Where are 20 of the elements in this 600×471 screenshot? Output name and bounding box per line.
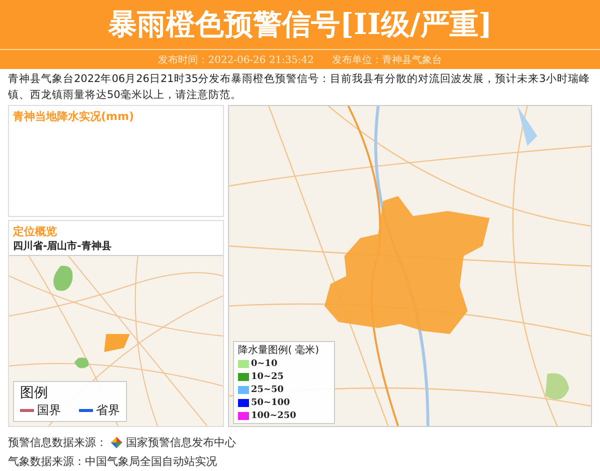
warning-description: 青神县气象台2022年06月26日21时35分发布暴雨橙色预警信号：目前我县有分散的对流回波发展，预计未来3小时瑞峰镇、西龙镇雨量将达50毫米以上，请注意防范。 xyxy=(8,72,591,103)
legend-label: 0~10 xyxy=(251,358,278,368)
diamond-logo-icon xyxy=(110,436,123,449)
panel-title: 定位概览 xyxy=(12,224,58,239)
location-path: 四川省-眉山市-青神县 xyxy=(12,239,112,254)
legend-title: 降水量图例( 毫米) xyxy=(238,344,320,357)
legend-label: 省界 xyxy=(96,402,120,419)
panel-title: 青神当地降水实况(mm) xyxy=(12,109,135,125)
legend-label: 100~250 xyxy=(251,410,296,420)
source-label: 预警信息数据来源： xyxy=(8,435,107,450)
publish-time: 发布时间：2022-06-26 21:35:42 xyxy=(158,54,314,66)
weather-source: 气象数据来源：中国气象局全国自动站实况 xyxy=(8,454,218,470)
legend-label: 50~100 xyxy=(251,398,290,408)
publisher: 发布单位：青神县气象台 xyxy=(332,54,442,66)
legend-label: 国界 xyxy=(37,402,61,419)
source-name: 国家预警信息发布中心 xyxy=(126,435,236,450)
legend-label: 10~25 xyxy=(251,372,284,382)
warning-title: 暴雨橙色预警信号[II级/严重] xyxy=(108,6,492,42)
legend-label: 25~50 xyxy=(251,384,284,394)
legend-title: 图例 xyxy=(20,384,49,402)
